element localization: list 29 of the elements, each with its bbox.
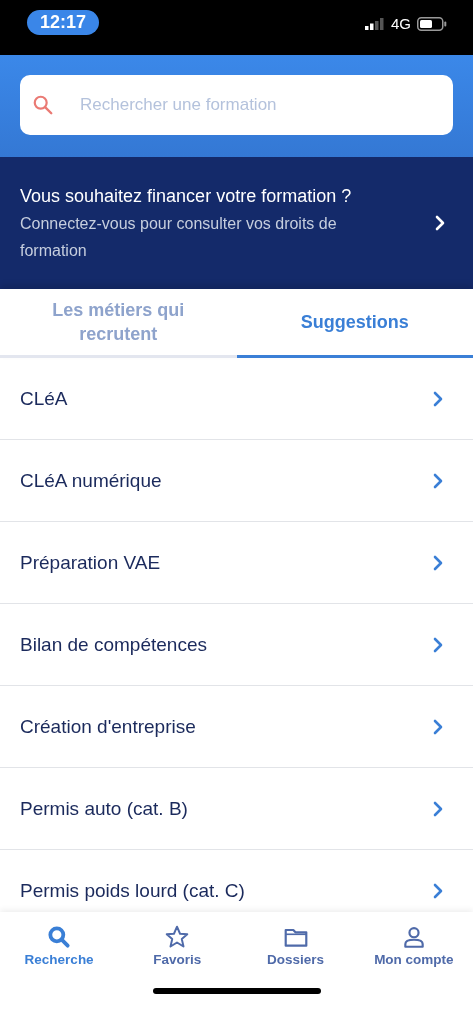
- chevron-icon: [433, 554, 443, 571]
- chevron-icon: [433, 800, 443, 817]
- chevron-icon: [433, 882, 443, 899]
- tab[interactable]: Suggestions: [236, 289, 473, 358]
- star-icon: [164, 924, 191, 950]
- suggestion-item[interactable]: CLéA numérique: [0, 440, 473, 522]
- chevron-icon: [433, 718, 443, 735]
- chevron-icon: [433, 390, 443, 407]
- network-label: 4G: [391, 15, 411, 32]
- search-icon: [46, 924, 73, 950]
- chevron-icon: [433, 636, 443, 653]
- nav-tab[interactable]: Mon compte: [354, 924, 473, 988]
- financing-banner[interactable]: Vous souhaitez financer votre formation ? Connectez-vous pour consulter vos droits de formation: [0, 157, 473, 289]
- suggestion-item[interactable]: Création d'entreprise: [0, 686, 473, 768]
- battery-icon: [417, 16, 447, 31]
- suggestion-item[interactable]: Permis auto (cat. B): [0, 768, 473, 850]
- chevron-icon: [435, 215, 445, 231]
- suggestion-item[interactable]: Bilan de compétences: [0, 604, 473, 686]
- banner-title: Vous souhaitez financer votre formation ?: [20, 184, 353, 208]
- banner-subtitle: Connectez-vous pour consulter vos droits de formation: [20, 213, 338, 261]
- suggestion-item[interactable]: Préparation VAE: [0, 522, 473, 604]
- suggestion-item[interactable]: CLéA: [0, 358, 473, 440]
- search-field[interactable]: Rechercher une formation: [20, 75, 453, 135]
- chevron-icon: [433, 472, 443, 489]
- home-indicator[interactable]: [152, 988, 321, 994]
- status-time: 12:17: [27, 10, 100, 35]
- nav-tab[interactable]: Recherche: [0, 924, 119, 988]
- nav-tab[interactable]: Favoris: [118, 924, 237, 988]
- signal-icon: [365, 17, 385, 30]
